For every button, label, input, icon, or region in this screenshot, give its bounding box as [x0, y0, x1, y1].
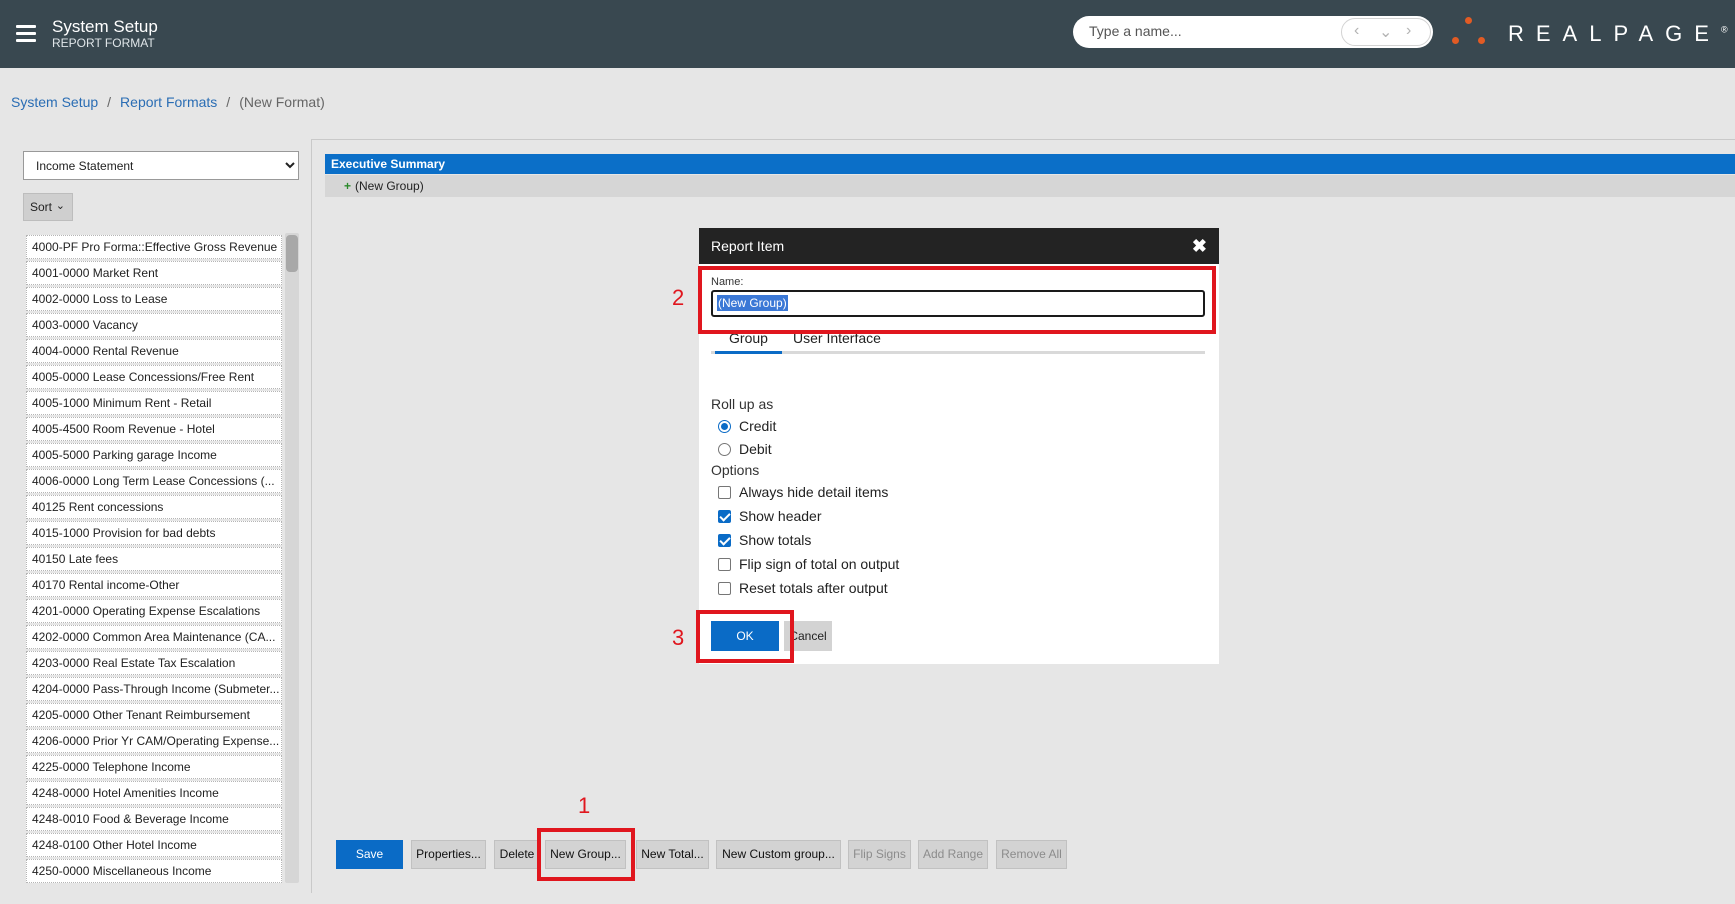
- app-title: System Setup: [52, 17, 158, 36]
- annotation-number-2: 2: [672, 285, 685, 310]
- annotation-number-3: 3: [672, 625, 685, 650]
- list-item[interactable]: 40150 Late fees: [26, 547, 282, 571]
- breadcrumb-system-setup[interactable]: System Setup: [11, 94, 98, 110]
- remove-all-button[interactable]: Remove All: [996, 840, 1067, 869]
- section-executive-summary[interactable]: Executive Summary: [325, 154, 1735, 174]
- list-item[interactable]: 4201-0000 Operating Expense Escalations: [26, 599, 282, 623]
- close-icon[interactable]: ✖: [1192, 228, 1207, 264]
- list-item[interactable]: 4248-0000 Hotel Amenities Income: [26, 781, 282, 805]
- chevron-down-icon: ⌄: [55, 200, 65, 212]
- checkbox[interactable]: [718, 510, 731, 523]
- dialog-title: Report Item: [711, 238, 785, 254]
- list-item[interactable]: 4206-0000 Prior Yr CAM/Operating Expense…: [26, 729, 282, 753]
- plus-icon: +: [344, 179, 352, 193]
- panel-divider-vertical: [311, 139, 312, 893]
- rollup-label: Roll up as: [711, 396, 774, 412]
- list-item[interactable]: 40170 Rental income-Other: [26, 573, 282, 597]
- prev-icon[interactable]: ‹: [1354, 22, 1359, 40]
- list-item[interactable]: 4006-0000 Long Term Lease Concessions (.…: [26, 469, 282, 493]
- option-flip-sign[interactable]: Flip sign of total on output: [718, 555, 899, 573]
- sort-button[interactable]: Sort ⌄: [23, 193, 73, 221]
- properties-button[interactable]: Properties...: [411, 840, 486, 869]
- annotation-box-3: [696, 610, 794, 663]
- realpage-logo: REALPAGE®: [1508, 21, 1728, 46]
- flip-signs-button[interactable]: Flip Signs: [848, 840, 911, 869]
- search-box: ‹ ⌄ ›: [1073, 16, 1433, 48]
- list-item[interactable]: 4203-0000 Real Estate Tax Escalation: [26, 651, 282, 675]
- list-item[interactable]: 4001-0000 Market Rent: [26, 261, 282, 285]
- account-list: 4000-PF Pro Forma::Effective Gross Reven…: [26, 235, 282, 883]
- menu-icon[interactable]: [16, 25, 36, 42]
- checkbox[interactable]: [718, 534, 731, 547]
- annotation-number-1: 1: [578, 793, 591, 818]
- annotation-box-2: [698, 266, 1216, 334]
- list-item[interactable]: 4005-0000 Lease Concessions/Free Rent: [26, 365, 282, 389]
- search-nav-group: ‹ ⌄ ›: [1341, 18, 1431, 46]
- breadcrumb-report-formats[interactable]: Report Formats: [120, 94, 217, 110]
- option-always-hide-detail[interactable]: Always hide detail items: [718, 483, 888, 501]
- tree-group-label: (New Group): [355, 179, 424, 193]
- app-subtitle: REPORT FORMAT: [52, 36, 155, 50]
- delete-button[interactable]: Delete: [494, 840, 540, 869]
- chevron-down-icon[interactable]: ⌄: [1379, 22, 1392, 42]
- radio-debit[interactable]: Debit: [718, 440, 772, 458]
- list-item[interactable]: 4205-0000 Other Tenant Reimbursement: [26, 703, 282, 727]
- radio-credit[interactable]: Credit: [718, 417, 776, 435]
- radio-button[interactable]: [718, 420, 731, 433]
- list-item[interactable]: 4003-0000 Vacancy: [26, 313, 282, 337]
- new-custom-group-button[interactable]: New Custom group...: [716, 840, 841, 869]
- list-item[interactable]: 4000-PF Pro Forma::Effective Gross Reven…: [26, 235, 282, 259]
- breadcrumb-current: (New Format): [239, 94, 325, 110]
- checkbox[interactable]: [718, 558, 731, 571]
- options-label: Options: [711, 462, 760, 478]
- annotation-box-1: [537, 828, 635, 881]
- list-item[interactable]: 4015-1000 Provision for bad debts: [26, 521, 282, 545]
- list-item[interactable]: 4002-0000 Loss to Lease: [26, 287, 282, 311]
- checkbox[interactable]: [718, 486, 731, 499]
- list-item[interactable]: 4204-0000 Pass-Through Income (Submeter.…: [26, 677, 282, 701]
- panel-divider: [311, 139, 1735, 140]
- statement-type-select[interactable]: Income Statement: [23, 151, 299, 180]
- radio-button[interactable]: [718, 443, 731, 456]
- dialog-header: Report Item ✖: [699, 228, 1219, 264]
- top-bar: System Setup REPORT FORMAT ‹ ⌄ › REALPAG…: [0, 0, 1735, 68]
- list-item[interactable]: 40125 Rent concessions: [26, 495, 282, 519]
- scrollbar-thumb[interactable]: [286, 235, 298, 272]
- add-range-button[interactable]: Add Range: [918, 840, 988, 869]
- account-list-scrollbar[interactable]: [285, 233, 299, 883]
- list-item[interactable]: 4225-0000 Telephone Income: [26, 755, 282, 779]
- list-item[interactable]: 4202-0000 Common Area Maintenance (CA...: [26, 625, 282, 649]
- list-item[interactable]: 4004-0000 Rental Revenue: [26, 339, 282, 363]
- save-button[interactable]: Save: [336, 840, 403, 869]
- option-show-totals[interactable]: Show totals: [718, 531, 811, 549]
- realpage-logo-icon: [1452, 17, 1488, 49]
- list-item[interactable]: 4005-4500 Room Revenue - Hotel: [26, 417, 282, 441]
- search-input[interactable]: [1089, 23, 1329, 39]
- checkbox[interactable]: [718, 582, 731, 595]
- breadcrumb: System Setup / Report Formats / (New Format): [11, 94, 325, 110]
- list-item[interactable]: 4250-0000 Miscellaneous Income: [26, 859, 282, 883]
- list-item[interactable]: 4005-5000 Parking garage Income: [26, 443, 282, 467]
- option-reset-totals[interactable]: Reset totals after output: [718, 579, 888, 597]
- option-show-header[interactable]: Show header: [718, 507, 822, 525]
- next-icon[interactable]: ›: [1406, 22, 1411, 40]
- tree-group-row[interactable]: + (New Group): [325, 175, 1735, 197]
- list-item[interactable]: 4248-0100 Other Hotel Income: [26, 833, 282, 857]
- list-item[interactable]: 4248-0010 Food & Beverage Income: [26, 807, 282, 831]
- new-total-button[interactable]: New Total...: [636, 840, 709, 869]
- list-item[interactable]: 4005-1000 Minimum Rent - Retail: [26, 391, 282, 415]
